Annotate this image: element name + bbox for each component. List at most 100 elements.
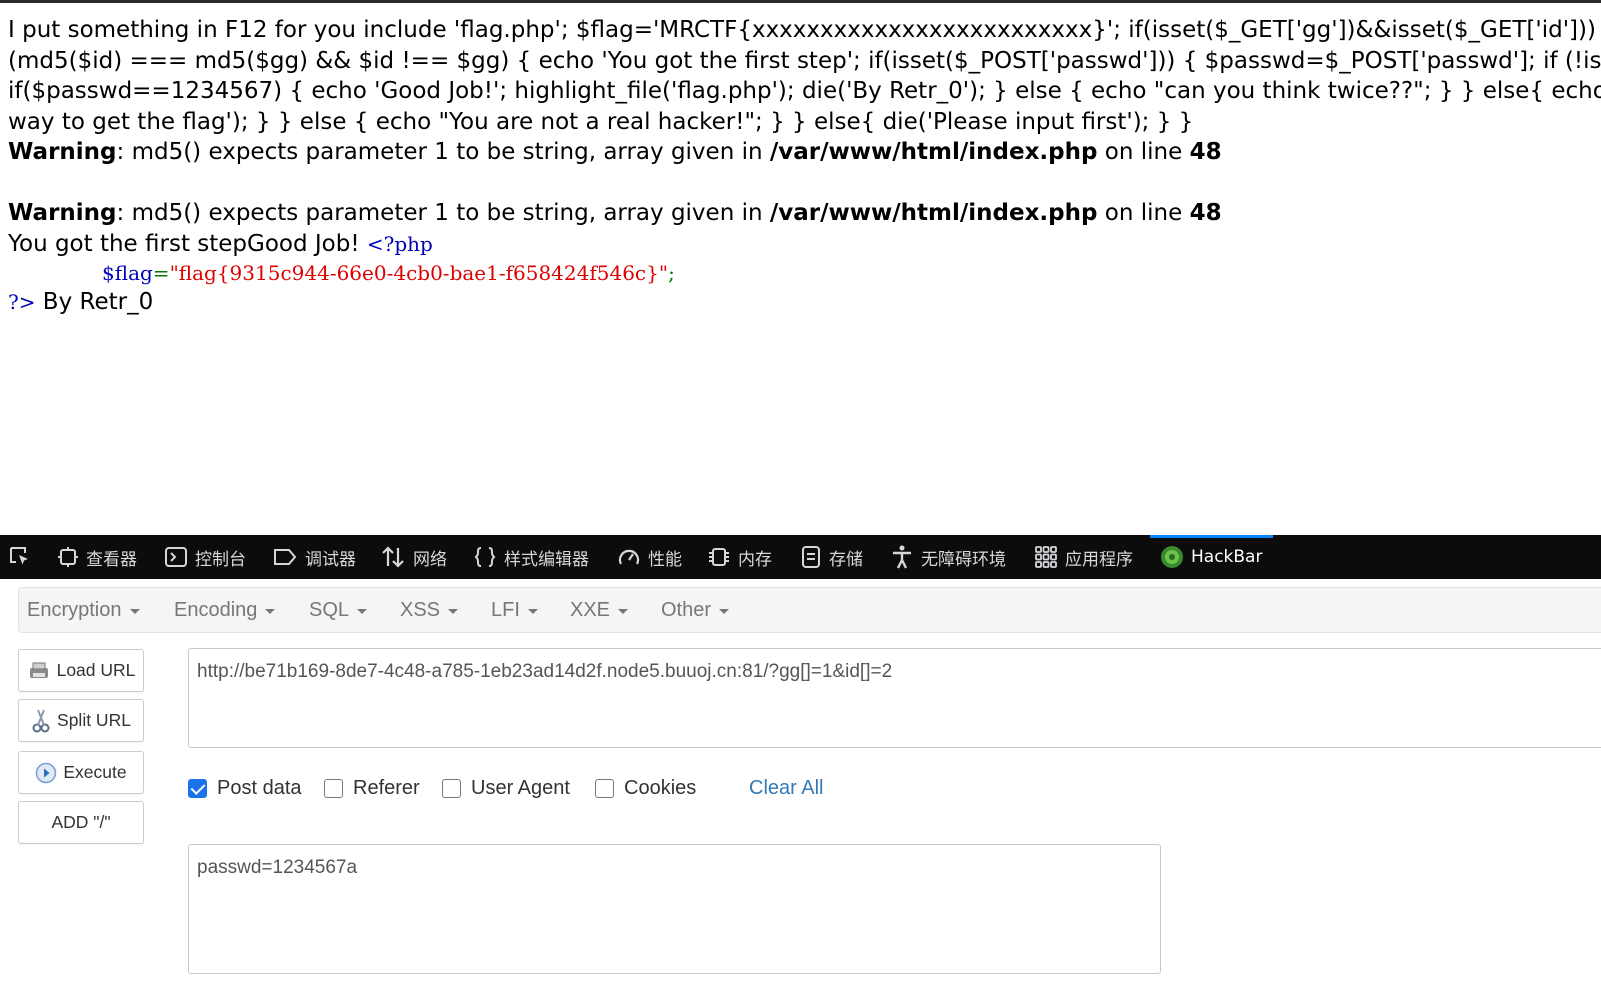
flag-semicolon: ; [668, 261, 675, 285]
warning-file: /var/www/html/index.php [769, 139, 1098, 165]
php-close-tag: ?> [8, 290, 36, 314]
caret-down-icon [527, 608, 538, 614]
flag-value: "flag{9315c944-66e0-4cb0-bae1-f658424f54… [169, 261, 669, 285]
memory-icon [709, 548, 729, 566]
element-picker-icon [10, 547, 28, 565]
menu-encryption[interactable]: Encryption [27, 588, 140, 632]
load-url-button[interactable]: Load URL [18, 649, 144, 692]
warning-label: Warning [8, 200, 117, 226]
tab-label: HackBar [1191, 547, 1263, 567]
php-open-tag: <?php [366, 231, 433, 256]
tab-inspector[interactable]: 查看器 [57, 535, 137, 579]
php-warning-2: Warning: md5() expects parameter 1 to be… [8, 198, 1601, 229]
element-picker-button[interactable] [8, 535, 32, 579]
hackbar-icon [1161, 546, 1183, 568]
menu-other[interactable]: Other [661, 588, 730, 632]
tab-label: 内存 [738, 549, 772, 570]
warning-message: : md5() expects parameter 1 to be string… [116, 139, 770, 165]
menu-label: Encryption [27, 598, 122, 621]
checkbox-unchecked-icon[interactable] [324, 779, 343, 798]
source-line-4: way to get the flag'); } } else { echo "… [8, 108, 1194, 135]
menu-label: XSS [400, 598, 441, 621]
step-text: You got the first stepGood Job! [8, 230, 367, 257]
menu-label: XXE [570, 598, 611, 621]
menu-lfi[interactable]: LFI [491, 588, 538, 632]
tab-label: 控制台 [195, 549, 246, 570]
warning-message: : md5() expects parameter 1 to be string… [116, 200, 770, 226]
flag-variable: $flag [102, 261, 153, 285]
warning-line-number: 48 [1189, 139, 1222, 165]
button-label: Execute [63, 762, 127, 782]
warning-online: on line [1097, 139, 1190, 165]
hackbar-panel: Encryption Encoding SQL XSS LFI XXE Othe… [0, 579, 1601, 985]
menu-sql[interactable]: SQL [309, 588, 368, 632]
button-label: ADD "/" [51, 812, 111, 832]
menu-label: LFI [491, 598, 520, 621]
output-line: You got the first stepGood Job! <?php [8, 229, 1601, 260]
network-icon [382, 546, 404, 568]
menu-xxe[interactable]: XXE [570, 588, 629, 632]
tab-label: 无障碍环境 [921, 549, 1006, 570]
checkbox-label: Post data [217, 777, 302, 799]
split-url-button[interactable]: Split URL [18, 699, 144, 742]
checkbox-unchecked-icon[interactable] [442, 779, 461, 798]
tab-label: 样式编辑器 [504, 549, 589, 570]
referer-checkbox[interactable]: Referer [324, 777, 420, 800]
menu-encoding[interactable]: Encoding [174, 588, 276, 632]
flag-equals: = [152, 261, 170, 285]
checkbox-checked-icon[interactable] [188, 779, 207, 798]
tab-network[interactable]: 网络 [380, 535, 447, 579]
inspector-icon [58, 547, 78, 567]
load-url-icon [29, 662, 48, 678]
add-slash-button[interactable]: ADD "/" [18, 801, 144, 844]
tab-label: 调试器 [305, 549, 356, 570]
url-input[interactable]: http://be71b169-8de7-4c48-a785-1eb23ad14… [188, 648, 1601, 748]
menu-xss[interactable]: XSS [400, 588, 459, 632]
tab-application[interactable]: 应用程序 [1034, 535, 1133, 579]
cookies-checkbox[interactable]: Cookies [595, 777, 696, 800]
style-editor-icon [474, 547, 496, 567]
tab-debugger[interactable]: 调试器 [272, 535, 356, 579]
caret-down-icon [129, 608, 140, 614]
execute-icon [36, 762, 57, 783]
tab-accessibility[interactable]: 无障碍环境 [890, 535, 1006, 579]
checkbox-label: User Agent [471, 777, 570, 799]
execute-button[interactable]: Execute [18, 751, 144, 794]
clear-all-link[interactable]: Clear All [749, 777, 823, 800]
post-data-input[interactable]: passwd=1234567a [188, 844, 1161, 974]
application-icon [1035, 546, 1057, 568]
tab-hackbar[interactable]: HackBar [1150, 535, 1273, 576]
tab-storage[interactable]: 存储 [800, 535, 863, 579]
tab-memory[interactable]: 内存 [707, 535, 772, 579]
checkbox-label: Referer [353, 777, 420, 799]
caret-down-icon [357, 608, 368, 614]
tab-label: 查看器 [86, 549, 137, 570]
flag-line: $flag="flag{9315c944-66e0-4cb0-bae1-f658… [8, 259, 1601, 287]
post-data-checkbox[interactable]: Post data [188, 777, 302, 800]
tab-style-editor[interactable]: 样式编辑器 [473, 535, 589, 579]
by-text: By Retr_0 [35, 289, 154, 315]
menu-label: Other [661, 598, 712, 621]
tab-performance[interactable]: 性能 [617, 535, 682, 579]
warning-online: on line [1097, 200, 1190, 226]
tab-label: 应用程序 [1065, 549, 1133, 570]
tab-label: 性能 [648, 549, 682, 570]
button-label: Split URL [57, 710, 131, 730]
checkbox-unchecked-icon[interactable] [595, 779, 614, 798]
page-content: I put something in F12 for you include '… [0, 3, 1601, 535]
caret-down-icon [719, 608, 730, 614]
source-line-2: (md5($id) === md5($gg) && $id !== $gg) {… [8, 47, 1601, 74]
caret-down-icon [265, 608, 276, 614]
storage-icon [802, 546, 820, 568]
checkbox-label: Cookies [624, 777, 697, 799]
tab-console[interactable]: 控制台 [164, 535, 246, 579]
menu-label: Encoding [174, 598, 258, 621]
user-agent-checkbox[interactable]: User Agent [442, 777, 570, 800]
button-label: Load URL [56, 660, 136, 680]
warning-file: /var/www/html/index.php [769, 200, 1098, 226]
performance-icon [618, 549, 640, 565]
hackbar-menubar: Encryption Encoding SQL XSS LFI XXE Othe… [18, 587, 1601, 633]
warning-line-number: 48 [1189, 200, 1222, 226]
console-icon [165, 547, 187, 567]
